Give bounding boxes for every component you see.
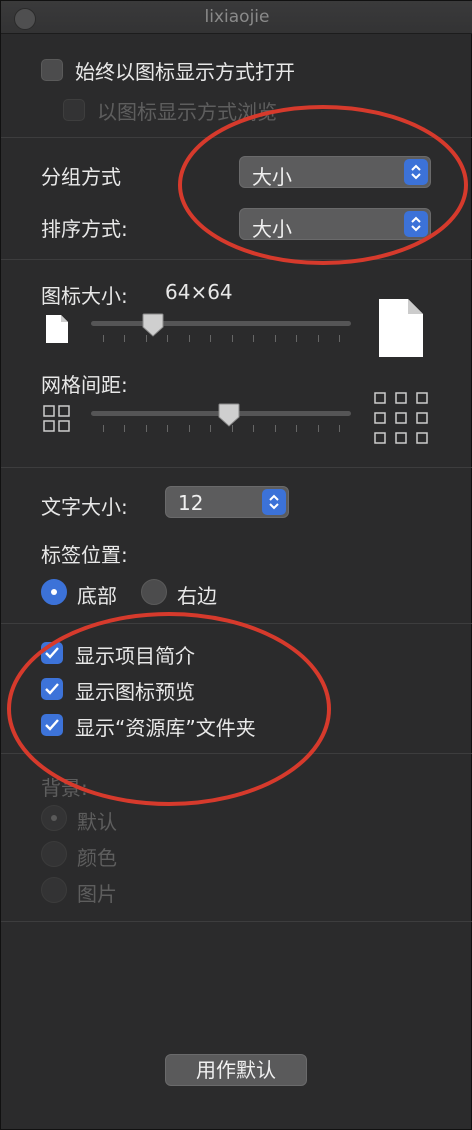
slider-tick [188,335,190,342]
divider [1,623,472,624]
show-item-info-checkbox[interactable] [41,642,63,664]
chevron-updown-icon [404,159,428,185]
wide-grid-icon [374,392,428,444]
slider-tick [103,425,104,432]
slider-tick [296,335,298,342]
divider [1,259,472,260]
slider-tick [339,425,340,432]
use-as-defaults-button[interactable]: 用作默认 [165,1054,307,1086]
checkmark-icon [45,719,59,731]
chevron-updown-icon [262,489,286,515]
slider-tick [103,335,104,342]
small-document-icon [46,315,68,343]
label-position-label: 标签位置: [41,543,128,567]
slider-tick [253,425,255,432]
slider-tick [274,335,276,342]
show-icon-preview-label: 显示图标预览 [75,680,195,704]
view-options-window: lixiaojie 始终以图标显示方式打开 以图标显示方式浏览 分组方式 大小 … [0,0,472,1130]
slider-tick [210,335,212,342]
slider-tick [124,425,126,432]
label-right-radio[interactable] [141,579,167,605]
slider-tick [145,425,147,432]
sort-by-label: 排序方式: [41,217,128,241]
icon-size-label: 图标大小: [41,284,128,308]
text-size-popup[interactable]: 12 [165,486,289,518]
chevron-updown-icon [404,211,428,237]
slider-tick [210,425,212,432]
sort-by-value: 大小 [252,217,292,241]
show-icon-preview-checkbox[interactable] [41,678,63,700]
large-document-icon [379,299,423,357]
tight-grid-icon [43,405,70,432]
window-title: lixiaojie [204,7,270,27]
text-size-label: 文字大小: [41,495,128,519]
background-default-radio[interactable] [41,805,67,831]
grid-spacing-slider-thumb[interactable] [218,403,240,431]
slider-tick [253,335,255,342]
browse-icon-view-label: 以图标显示方式浏览 [97,100,277,124]
browse-icon-view-checkbox[interactable] [63,99,85,121]
label-bottom-text: 底部 [77,584,117,608]
slider-tick [296,425,298,432]
background-label: 背景: [41,776,88,800]
sort-by-popup[interactable]: 大小 [239,208,431,241]
title-bar: lixiaojie [1,1,472,34]
background-picture-radio[interactable] [41,877,67,903]
slider-tick [317,425,319,432]
always-open-icon-view-checkbox[interactable] [41,59,63,81]
slider-tick [274,425,276,432]
always-open-icon-view-label: 始终以图标显示方式打开 [75,60,295,84]
checkmark-icon [45,683,59,695]
background-default-text: 默认 [77,810,117,834]
icon-size-value: 64×64 [165,280,233,304]
label-bottom-radio[interactable] [41,579,67,605]
show-item-info-label: 显示项目简介 [75,644,195,668]
slider-tick [231,335,233,342]
divider [1,921,472,922]
slider-tick [317,335,319,342]
divider [1,137,472,138]
divider [1,467,472,468]
divider [1,753,472,754]
background-color-radio[interactable] [41,841,67,867]
show-library-folder-checkbox[interactable] [41,714,63,736]
background-color-text: 颜色 [77,846,117,870]
group-by-value: 大小 [252,165,292,189]
text-size-value: 12 [178,491,204,515]
group-by-popup[interactable]: 大小 [239,156,431,189]
slider-tick [167,425,169,432]
background-picture-text: 图片 [77,882,117,906]
slider-tick [167,335,169,342]
icon-size-slider-thumb[interactable] [142,313,164,341]
checkmark-icon [45,647,59,659]
slider-tick [188,425,190,432]
group-by-label: 分组方式 [41,165,121,189]
slider-tick [339,335,340,342]
grid-spacing-label: 网格间距: [41,373,128,397]
label-right-text: 右边 [177,584,217,608]
slider-tick [124,335,126,342]
show-library-folder-label: 显示“资源库”文件夹 [75,716,256,740]
